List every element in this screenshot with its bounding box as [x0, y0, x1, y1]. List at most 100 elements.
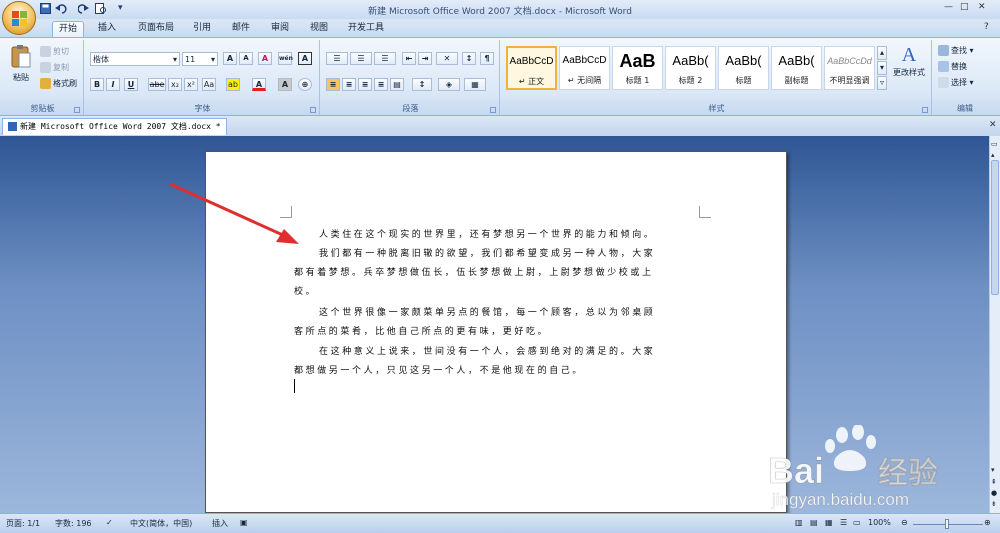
tab-developer[interactable]: 开发工具 [342, 21, 390, 37]
scroll-thumb[interactable] [991, 160, 999, 295]
justify-icon[interactable]: ≡ [374, 78, 388, 91]
proofing-icon[interactable]: ✓ [106, 518, 113, 527]
font-launcher-icon[interactable] [310, 107, 316, 113]
help-icon[interactable]: ? [984, 22, 989, 32]
zoom-in-icon[interactable]: ⊕ [984, 518, 991, 527]
macro-record-icon[interactable]: ▣ [240, 518, 248, 527]
style-preview: AaBbCcD [509, 56, 554, 67]
style-name: 标题 [735, 76, 752, 85]
page-count[interactable]: 页面: 1/1 [6, 518, 40, 529]
zoom-level[interactable]: 100% [868, 518, 891, 527]
replace-button[interactable]: 替换 [938, 61, 967, 72]
italic-button[interactable]: I [106, 78, 120, 91]
superscript-button[interactable]: x² [184, 78, 198, 91]
ruler-toggle-icon[interactable]: ▭ [991, 140, 999, 148]
multilevel-list-icon[interactable]: ☰ [374, 52, 396, 65]
office-button[interactable] [2, 1, 36, 35]
clipboard-launcher-icon[interactable] [74, 107, 80, 113]
format-painter-button[interactable]: 格式刷 [40, 78, 77, 89]
font-name-box[interactable]: 楷体 ▾ [90, 52, 180, 66]
bullets-icon[interactable]: ☰ [326, 52, 348, 65]
increase-indent-icon[interactable]: ⇥ [418, 52, 432, 65]
minimize-icon[interactable]: — [944, 2, 953, 12]
style-subtle-emphasis[interactable]: AaBbCcDd 不明显强调 [824, 46, 875, 90]
tab-insert[interactable]: 插入 [92, 21, 122, 37]
grow-font-button[interactable]: A [223, 52, 237, 65]
scroll-up-icon[interactable]: ▴ [991, 151, 999, 159]
paragraph-group-label: 段落 [402, 104, 419, 113]
insert-mode[interactable]: 插入 [212, 518, 228, 529]
cut-button[interactable]: 剪切 [40, 46, 69, 57]
style-normal[interactable]: AaBbCcD ↵ 正文 [506, 46, 557, 90]
line-spacing-icon[interactable]: ↕ [412, 78, 432, 91]
tab-review[interactable]: 审阅 [265, 21, 295, 37]
find-button[interactable]: 查找 ▾ [938, 45, 974, 56]
tab-home[interactable]: 开始 [52, 21, 85, 37]
borders-icon[interactable]: ▦ [464, 78, 486, 91]
paste-button[interactable]: 粘贴 [8, 44, 34, 83]
phonetic-guide-button[interactable]: wén [278, 52, 293, 65]
character-border-button[interactable]: A [298, 52, 312, 65]
enclose-characters-icon[interactable]: ⊕ [298, 78, 312, 91]
web-layout-icon[interactable]: ▦ [825, 518, 833, 527]
underline-button[interactable]: U [124, 78, 138, 91]
draft-view-icon[interactable]: ▭ [853, 518, 861, 527]
style-no-spacing[interactable]: AaBbCcD ↵ 无间隔 [559, 46, 610, 90]
tab-page-layout[interactable]: 页面布局 [132, 21, 180, 37]
strikethrough-button[interactable]: abe [148, 78, 166, 91]
paragraph-launcher-icon[interactable] [490, 107, 496, 113]
styles-launcher-icon[interactable] [922, 107, 928, 113]
align-center-icon[interactable]: ≡ [342, 78, 356, 91]
font-color-button[interactable]: A [252, 78, 266, 91]
cut-label: 剪切 [53, 47, 69, 56]
align-left-icon[interactable]: ≡ [326, 78, 340, 91]
ribbon-tabs: 开始 插入 页面布局 引用 邮件 审阅 视图 开发工具 ? [0, 19, 1000, 37]
distributed-icon[interactable]: ▤ [390, 78, 404, 91]
select-button[interactable]: 选择 ▾ [938, 77, 974, 88]
style-more-icon[interactable]: ▿ [877, 76, 887, 90]
shrink-font-button[interactable]: A [239, 52, 253, 65]
style-scroll-down-icon[interactable]: ▾ [877, 61, 887, 75]
style-subtitle[interactable]: AaBb(副标题 [771, 46, 822, 90]
replace-label: 替换 [951, 62, 967, 71]
sort-icon[interactable]: ↕ [462, 52, 476, 65]
copy-button[interactable]: 复制 [40, 62, 69, 73]
full-screen-reading-icon[interactable]: ▤ [810, 518, 818, 527]
replace-icon [938, 61, 949, 72]
align-right-icon[interactable]: ≡ [358, 78, 372, 91]
subscript-button[interactable]: x₂ [168, 78, 182, 91]
tab-view[interactable]: 视图 [304, 21, 334, 37]
change-case-button[interactable]: Aa [202, 78, 216, 91]
clear-format-button[interactable]: A [258, 52, 272, 65]
window-title: 新建 Microsoft Office Word 2007 文档.docx - … [368, 7, 632, 17]
decrease-indent-icon[interactable]: ⇤ [402, 52, 416, 65]
zoom-slider-thumb[interactable] [945, 519, 949, 529]
highlight-button[interactable]: ab [226, 78, 240, 91]
change-styles-button[interactable]: A 更改样式 [890, 44, 928, 78]
character-shading-button[interactable]: A [278, 78, 292, 91]
style-heading-1[interactable]: AaB 标题 1 [612, 46, 663, 90]
outline-view-icon[interactable]: ☰ [840, 518, 847, 527]
text-direction-icon[interactable]: ✕ [436, 52, 458, 65]
language-indicator[interactable]: 中文(简体，中国) [130, 518, 192, 529]
font-size-box[interactable]: 11 ▾ [182, 52, 218, 66]
tab-references[interactable]: 引用 [187, 21, 217, 37]
shading-icon[interactable]: ◈ [438, 78, 460, 91]
change-styles-icon: A [901, 44, 917, 66]
document-tab[interactable]: 新建 Microsoft Office Word 2007 文档.docx * [2, 118, 227, 135]
style-title[interactable]: AaBb(标题 [718, 46, 769, 90]
close-document-icon[interactable]: ✕ [989, 120, 997, 130]
style-scroll-up-icon[interactable]: ▴ [877, 46, 887, 60]
zoom-out-icon[interactable]: ⊖ [901, 518, 908, 527]
document-line: 客所点的菜肴，比他自己所点的更有味，更好吃。 [294, 327, 550, 337]
show-marks-icon[interactable]: ¶ [480, 52, 494, 65]
paste-icon [11, 45, 31, 68]
tab-mailings[interactable]: 邮件 [226, 21, 256, 37]
print-layout-icon[interactable]: ▥ [795, 518, 803, 527]
bold-button[interactable]: B [90, 78, 104, 91]
numbering-icon[interactable]: ☰ [350, 52, 372, 65]
close-icon[interactable]: ✕ [978, 2, 986, 12]
style-heading-2[interactable]: AaBb(标题 2 [665, 46, 716, 90]
word-count[interactable]: 字数: 196 [55, 518, 92, 529]
maximize-icon[interactable]: □ [960, 2, 969, 12]
